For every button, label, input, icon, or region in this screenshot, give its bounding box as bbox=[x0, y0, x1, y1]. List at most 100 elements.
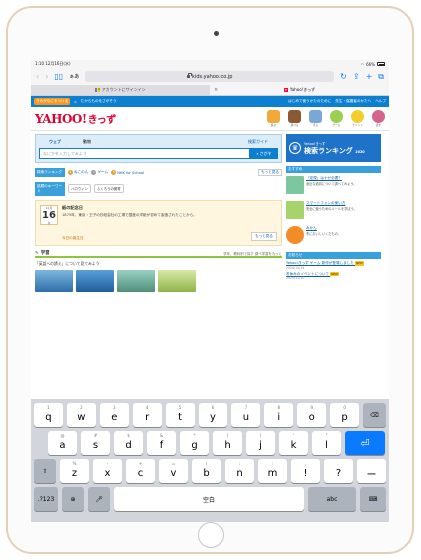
search-button[interactable]: ⌕ さがす bbox=[250, 148, 278, 159]
search-guide-link[interactable]: 検索ガイド bbox=[248, 139, 268, 145]
tab-web[interactable]: ウェブ bbox=[49, 139, 61, 145]
study-subtitle[interactable]: 学年、教科別で探す 調べ学習をもっと bbox=[223, 251, 282, 256]
study-thumbnail[interactable] bbox=[158, 270, 196, 292]
key-dash[interactable]: ー bbox=[357, 459, 386, 483]
address-bar[interactable]: kids.yahoo.co.jp bbox=[85, 71, 335, 82]
key-exclamation[interactable]: ,! bbox=[291, 459, 320, 483]
pencil-icon: ✎ bbox=[35, 250, 39, 256]
forward-icon[interactable]: › bbox=[45, 72, 48, 81]
keyword-chip[interactable]: ハロウィン bbox=[68, 184, 91, 193]
shift-key[interactable]: ⇧ bbox=[34, 459, 56, 483]
home-button[interactable] bbox=[198, 522, 224, 548]
name-button[interactable]: きみがなにをつける bbox=[34, 98, 71, 105]
key-d[interactable]: $ d bbox=[114, 431, 143, 455]
key-question[interactable]: .? bbox=[324, 459, 353, 483]
recommend-item[interactable]: みかん 冬においしいくだもの。 bbox=[286, 226, 381, 248]
category-chat[interactable]: チャット bbox=[351, 110, 364, 127]
key-f[interactable]: & f bbox=[147, 431, 176, 455]
tabs-overview-icon[interactable]: ⧉ bbox=[378, 72, 384, 81]
key-l[interactable]: " l bbox=[312, 431, 341, 455]
reload-icon[interactable]: ↻ bbox=[340, 72, 347, 81]
news-header: お知らせ bbox=[286, 252, 381, 259]
key-a[interactable]: @ a bbox=[48, 431, 77, 455]
key-m[interactable]: :m bbox=[258, 459, 287, 483]
abc-key[interactable]: abc bbox=[308, 487, 356, 511]
home-icon[interactable]: ⌂ bbox=[74, 100, 76, 104]
study-thumbnails bbox=[35, 270, 282, 292]
today-birthday-link[interactable]: 今日の誕生日 bbox=[62, 236, 84, 241]
key-v[interactable]: = v bbox=[159, 459, 188, 483]
ranking-more-link[interactable]: もっと見る bbox=[258, 169, 282, 176]
rank-number: 2 bbox=[91, 170, 97, 175]
browser-toolbar: ‹ › ▯▯ ぁあ kids.yahoo.co.jp ↻ ⇪ + ⧉ bbox=[31, 68, 389, 85]
today-more-button[interactable]: もっと見る bbox=[251, 232, 277, 241]
key-r[interactable]: 4r bbox=[132, 403, 162, 427]
space-key[interactable]: 空白 bbox=[114, 487, 304, 511]
treasure-link[interactable]: たからものをさがそう bbox=[81, 99, 117, 104]
recommend-item[interactable]: 「定規」はナゼ必要？ 身近な道具について調べてみよう。 bbox=[286, 176, 381, 198]
key-char: ? bbox=[335, 468, 342, 479]
hide-keyboard-key[interactable]: ⌨ bbox=[360, 487, 386, 511]
key-k[interactable]: ' k bbox=[279, 431, 308, 455]
key-q[interactable]: 1q bbox=[34, 403, 63, 427]
ranking-item[interactable]: 3 NHK for School bbox=[111, 170, 144, 175]
key-n[interactable]: ; n bbox=[225, 459, 254, 483]
globe-key[interactable]: ⊕ bbox=[62, 487, 84, 511]
share-icon[interactable]: ⇪ bbox=[353, 72, 360, 81]
tab-animals[interactable]: 動物 bbox=[83, 139, 91, 145]
back-icon[interactable]: ‹ bbox=[36, 72, 39, 81]
key-h[interactable]: (h bbox=[213, 431, 242, 455]
key-j[interactable]: ) j bbox=[246, 431, 275, 455]
help-link[interactable]: ヘルプ bbox=[375, 99, 386, 104]
key-o[interactable]: 9o bbox=[297, 403, 327, 427]
key-p[interactable]: 0p bbox=[330, 403, 360, 427]
category-game[interactable]: ゲーム bbox=[330, 110, 343, 127]
category-play[interactable]: 遊ぶ bbox=[267, 110, 280, 127]
study-thumbnail[interactable] bbox=[35, 270, 73, 292]
key-z[interactable]: % z bbox=[60, 459, 89, 483]
key-t[interactable]: 5t bbox=[165, 403, 195, 427]
category-talk[interactable]: 話す bbox=[372, 110, 385, 127]
key-s[interactable]: # s bbox=[81, 431, 110, 455]
close-tab-icon[interactable]: × bbox=[214, 87, 218, 93]
teachers-link[interactable]: 先生・保護者のかたへ bbox=[335, 99, 371, 104]
key-y[interactable]: 6y bbox=[198, 403, 228, 427]
search-input[interactable]: なにかを入力してみよう bbox=[39, 148, 250, 159]
study-thumbnail[interactable] bbox=[117, 270, 155, 292]
category-learn[interactable]: 学ぶ bbox=[309, 110, 322, 127]
recommend-item[interactable]: スマートフォンの使い方 安全に使うためのルールを学ぼう。 bbox=[286, 201, 381, 223]
battery-icon bbox=[377, 62, 385, 66]
ranking-item[interactable]: 1 ねこのん bbox=[68, 170, 88, 175]
category-label: チャット bbox=[352, 124, 363, 127]
yahoo-kids-logo[interactable]: YAHOO! きっず bbox=[35, 111, 116, 126]
key-char: o bbox=[308, 412, 315, 423]
chat-icon bbox=[351, 110, 364, 123]
category-research[interactable]: 調べる bbox=[288, 110, 301, 127]
news-date: 2020/12/14 bbox=[286, 265, 305, 270]
key-u[interactable]: 7u bbox=[231, 403, 261, 427]
study-thumbnail[interactable] bbox=[76, 270, 114, 292]
key-c[interactable]: + c bbox=[126, 459, 155, 483]
key-x[interactable]: -x bbox=[93, 459, 122, 483]
numbers-key[interactable]: .?123 bbox=[34, 487, 58, 511]
key-g[interactable]: * g bbox=[180, 431, 209, 455]
study-title: 学習 bbox=[40, 251, 50, 256]
tab-signin[interactable]: アカウントにサインイン bbox=[31, 85, 210, 95]
backspace-key[interactable]: ⌫ bbox=[363, 403, 386, 427]
game-icon bbox=[330, 110, 343, 123]
key-w[interactable]: 2w bbox=[66, 403, 96, 427]
bookmarks-icon[interactable]: ▯▯ bbox=[54, 72, 63, 81]
return-key[interactable]: ⏎ bbox=[345, 431, 385, 455]
first-time-link[interactable]: はじめて使うかたのために bbox=[288, 99, 331, 104]
news-date: 2020/12/10 bbox=[286, 276, 305, 281]
text-size-button[interactable]: ぁあ bbox=[69, 73, 79, 80]
tab-yahoo-kids[interactable]: × Y Yahoo!きっず bbox=[210, 85, 389, 95]
keyword-chip[interactable]: ふくろうの飼育 bbox=[93, 184, 124, 193]
new-tab-icon[interactable]: + bbox=[366, 72, 373, 81]
ranking-item[interactable]: 2 ゲーム bbox=[91, 170, 108, 175]
key-i[interactable]: 8i bbox=[264, 403, 294, 427]
ranking-banner[interactable]: ♛ Yahoo!きっず 検索ランキング 2020 bbox=[286, 134, 381, 162]
key-b[interactable]: / b bbox=[192, 459, 221, 483]
key-e[interactable]: 3e bbox=[99, 403, 129, 427]
microphone-key[interactable]: 🎤︎ bbox=[88, 487, 110, 511]
